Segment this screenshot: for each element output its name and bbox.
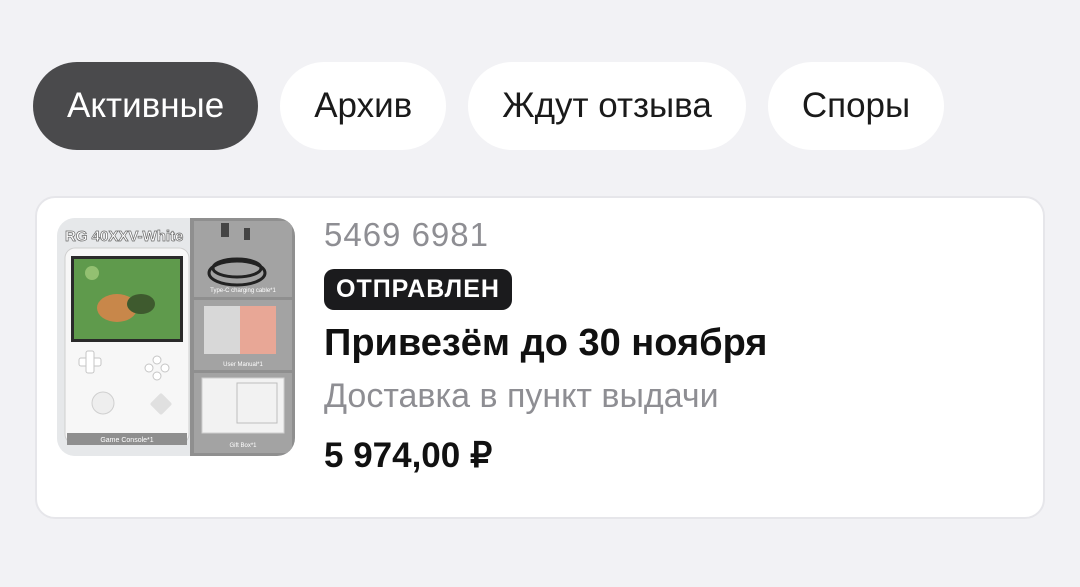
order-card[interactable]: RG 40XXV-White Game Console*1 Type-C cha… — [35, 196, 1045, 519]
delivery-method: Доставка в пункт выдачи — [324, 377, 719, 415]
image-caption-cable: Type-C charging cable*1 — [210, 288, 276, 294]
order-info: 5469 6981 ОТПРАВЛЕН Привезём до 30 ноябр… — [324, 216, 767, 476]
product-image: RG 40XXV-White Game Console*1 Type-C cha… — [57, 218, 295, 456]
order-number: 5469 6981 — [324, 216, 489, 253]
delivery-date-title: Привезём до 30 ноября — [324, 322, 768, 364]
image-title-text: RG 40XXV-White — [65, 228, 183, 245]
image-caption-console: Game Console*1 — [100, 437, 153, 444]
tab-active[interactable]: Активные — [33, 62, 259, 150]
image-caption-box: Gift Box*1 — [229, 443, 257, 449]
order-price: 5 974,00 ₽ — [324, 436, 493, 475]
status-badge: ОТПРАВЛЕН — [324, 269, 512, 310]
tab-archive[interactable]: Архив — [280, 62, 447, 150]
order-filter-tabs: Активные Архив Ждут отзыва Споры — [33, 62, 945, 150]
tab-awaiting-review[interactable]: Ждут отзыва — [468, 62, 746, 150]
tab-disputes[interactable]: Споры — [767, 62, 945, 150]
image-caption-manual: User Manual*1 — [223, 362, 263, 368]
